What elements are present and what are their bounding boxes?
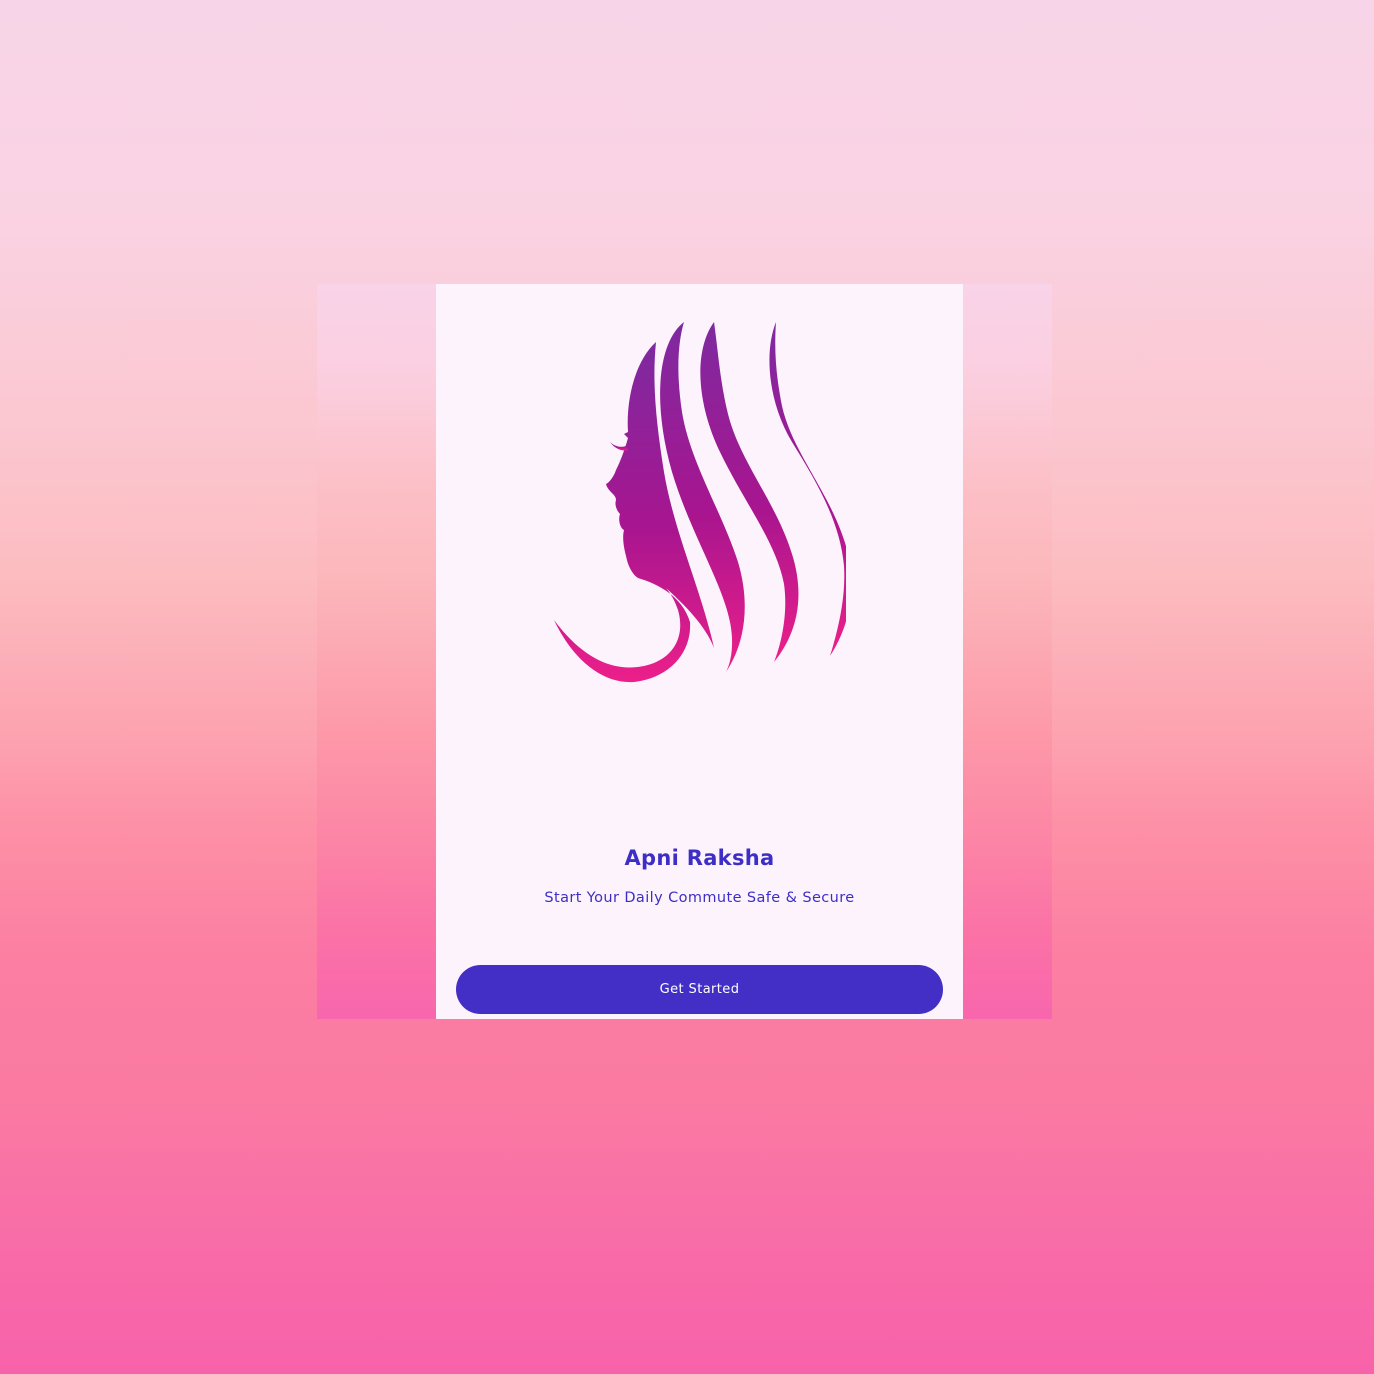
app-tagline: Start Your Daily Commute Safe & Secure	[544, 890, 855, 906]
app-screen: Apni Raksha Start Your Daily Commute Saf…	[436, 284, 963, 1019]
woman-silhouette-icon	[554, 322, 846, 683]
get-started-button[interactable]: Get Started	[456, 965, 943, 1014]
get-started-label: Get Started	[659, 982, 740, 997]
screenshot-frame: Apni Raksha Start Your Daily Commute Saf…	[317, 284, 1052, 1019]
app-title: Apni Raksha	[624, 846, 775, 870]
